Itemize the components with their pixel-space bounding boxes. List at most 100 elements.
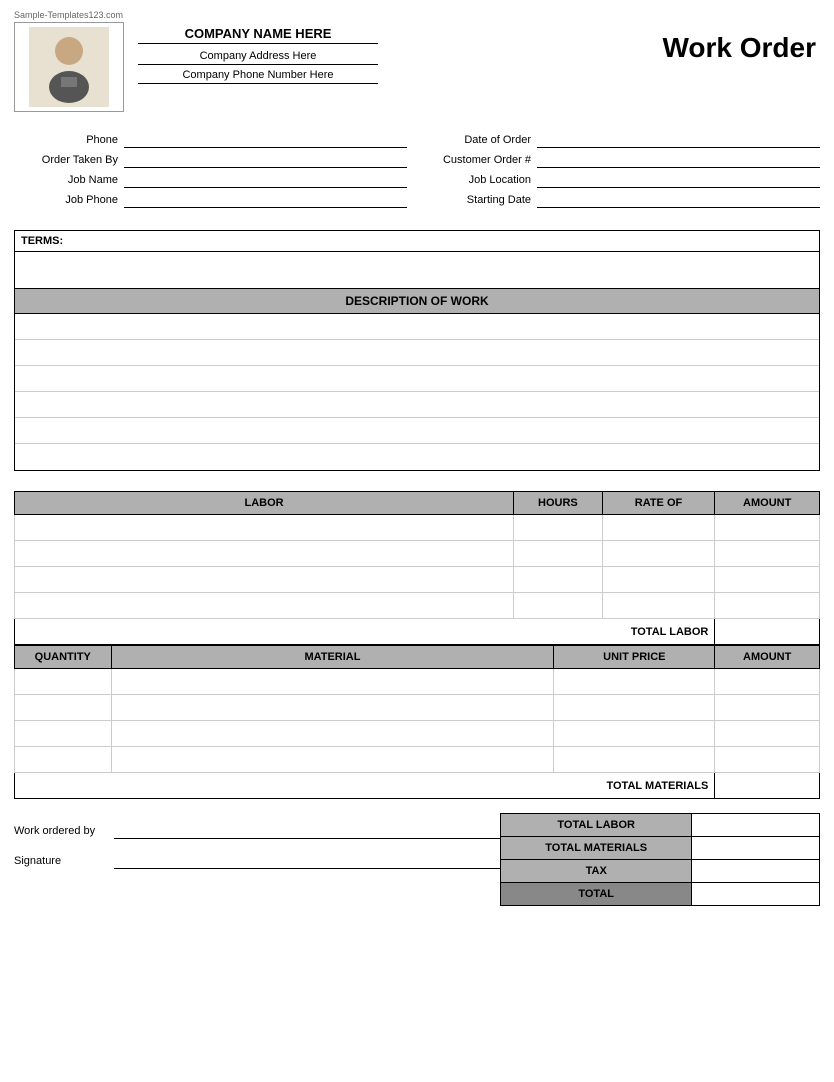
mat-row2-unit-price[interactable] xyxy=(554,695,715,721)
phone-input[interactable] xyxy=(124,132,407,148)
total-materials-value[interactable] xyxy=(715,773,820,799)
logo-box xyxy=(14,22,124,112)
labor-row1-labor[interactable] xyxy=(15,515,514,541)
labor-row4-hours[interactable] xyxy=(514,593,603,619)
labor-row2-labor[interactable] xyxy=(15,541,514,567)
work-ordered-input[interactable] xyxy=(114,823,500,839)
mat-row2-amount[interactable] xyxy=(715,695,820,721)
summary-tax-label: TAX xyxy=(501,860,692,883)
starting-date-input[interactable] xyxy=(537,192,820,208)
labor-col-header: LABOR xyxy=(15,492,514,515)
qty-col-header: QUANTITY xyxy=(15,646,112,669)
total-labor-row: TOTAL LABOR xyxy=(15,619,820,645)
mat-row1-amount[interactable] xyxy=(715,669,820,695)
company-info: COMPANY NAME HERE Company Address Here C… xyxy=(138,22,378,88)
amount-col-header: AMOUNT xyxy=(715,492,820,515)
labor-row4-labor[interactable] xyxy=(15,593,514,619)
job-phone-row: Job Phone xyxy=(14,192,407,208)
labor-row1-hours[interactable] xyxy=(514,515,603,541)
labor-row-3 xyxy=(15,567,820,593)
total-materials-label: TOTAL MATERIALS xyxy=(15,773,715,799)
signature-area: Work ordered by Signature xyxy=(14,813,500,883)
summary-section: Work ordered by Signature TOTAL LABOR TO… xyxy=(14,813,820,906)
desc-row-2[interactable] xyxy=(15,340,819,366)
labor-row2-rate[interactable] xyxy=(602,541,715,567)
desc-row-5[interactable] xyxy=(15,418,819,444)
mat-row4-amount[interactable] xyxy=(715,747,820,773)
labor-row3-amount[interactable] xyxy=(715,567,820,593)
labor-row1-amount[interactable] xyxy=(715,515,820,541)
labor-row2-amount[interactable] xyxy=(715,541,820,567)
job-location-label: Job Location xyxy=(427,174,537,186)
total-labor-label: TOTAL LABOR xyxy=(15,619,715,645)
mat-row4-material[interactable] xyxy=(111,747,554,773)
header-section: COMPANY NAME HERE Company Address Here C… xyxy=(14,22,820,112)
rate-col-header: RATE OF xyxy=(602,492,715,515)
avatar-icon xyxy=(29,27,109,107)
mat-row3-material[interactable] xyxy=(111,721,554,747)
summary-table: TOTAL LABOR TOTAL MATERIALS TAX TOTAL xyxy=(500,813,820,906)
mat-row4-qty[interactable] xyxy=(15,747,112,773)
job-location-input[interactable] xyxy=(537,172,820,188)
labor-row3-rate[interactable] xyxy=(602,567,715,593)
summary-total-labor-value[interactable] xyxy=(692,814,820,837)
starting-date-label: Starting Date xyxy=(427,194,537,206)
summary-tax-value[interactable] xyxy=(692,860,820,883)
labor-row4-rate[interactable] xyxy=(602,593,715,619)
mat-row3-unit-price[interactable] xyxy=(554,721,715,747)
desc-row-6[interactable] xyxy=(15,444,819,470)
labor-row3-hours[interactable] xyxy=(514,567,603,593)
description-section: DESCRIPTION OF WORK xyxy=(14,289,820,471)
desc-row-3[interactable] xyxy=(15,366,819,392)
unit-price-col-header: UNIT PRICE xyxy=(554,646,715,669)
order-taken-input[interactable] xyxy=(124,152,407,168)
watermark: Sample-Templates123.com xyxy=(14,10,820,20)
desc-row-4[interactable] xyxy=(15,392,819,418)
customer-order-label: Customer Order # xyxy=(427,154,537,166)
labor-row4-amount[interactable] xyxy=(715,593,820,619)
terms-section: TERMS: xyxy=(14,230,820,289)
materials-table: QUANTITY MATERIAL UNIT PRICE AMOUNT xyxy=(14,645,820,799)
form-col-right: Date of Order Customer Order # Job Locat… xyxy=(427,132,820,212)
company-address: Company Address Here xyxy=(138,50,378,65)
terms-header: TERMS: xyxy=(15,231,819,252)
date-order-input[interactable] xyxy=(537,132,820,148)
job-phone-label: Job Phone xyxy=(14,194,124,206)
mat-row2-material[interactable] xyxy=(111,695,554,721)
labor-row3-labor[interactable] xyxy=(15,567,514,593)
labor-row-4 xyxy=(15,593,820,619)
customer-order-input[interactable] xyxy=(537,152,820,168)
labor-row2-hours[interactable] xyxy=(514,541,603,567)
company-phone: Company Phone Number Here xyxy=(138,69,378,84)
work-order-title: Work Order xyxy=(662,22,820,64)
summary-total-materials-value[interactable] xyxy=(692,837,820,860)
summary-total-labor-label: TOTAL LABOR xyxy=(501,814,692,837)
material-row-4 xyxy=(15,747,820,773)
desc-row-1[interactable] xyxy=(15,314,819,340)
signature-input[interactable] xyxy=(114,853,500,869)
job-location-row: Job Location xyxy=(427,172,820,188)
signature-row: Signature xyxy=(14,853,500,869)
terms-body[interactable] xyxy=(15,252,819,288)
mat-row2-qty[interactable] xyxy=(15,695,112,721)
mat-row1-qty[interactable] xyxy=(15,669,112,695)
summary-tax-row: TAX xyxy=(501,860,820,883)
material-row-3 xyxy=(15,721,820,747)
job-phone-input[interactable] xyxy=(124,192,407,208)
summary-total-materials-row: TOTAL MATERIALS xyxy=(501,837,820,860)
mat-row3-amount[interactable] xyxy=(715,721,820,747)
mat-amount-col-header: AMOUNT xyxy=(715,646,820,669)
total-labor-value[interactable] xyxy=(715,619,820,645)
summary-total-labor-row: TOTAL LABOR xyxy=(501,814,820,837)
mat-row4-unit-price[interactable] xyxy=(554,747,715,773)
mat-row1-unit-price[interactable] xyxy=(554,669,715,695)
job-name-input[interactable] xyxy=(124,172,407,188)
description-header: DESCRIPTION OF WORK xyxy=(15,289,819,314)
phone-label: Phone xyxy=(14,134,124,146)
work-ordered-label: Work ordered by xyxy=(14,825,114,837)
mat-row3-qty[interactable] xyxy=(15,721,112,747)
labor-row1-rate[interactable] xyxy=(602,515,715,541)
summary-total-value[interactable] xyxy=(692,883,820,906)
mat-row1-material[interactable] xyxy=(111,669,554,695)
phone-row: Phone xyxy=(14,132,407,148)
